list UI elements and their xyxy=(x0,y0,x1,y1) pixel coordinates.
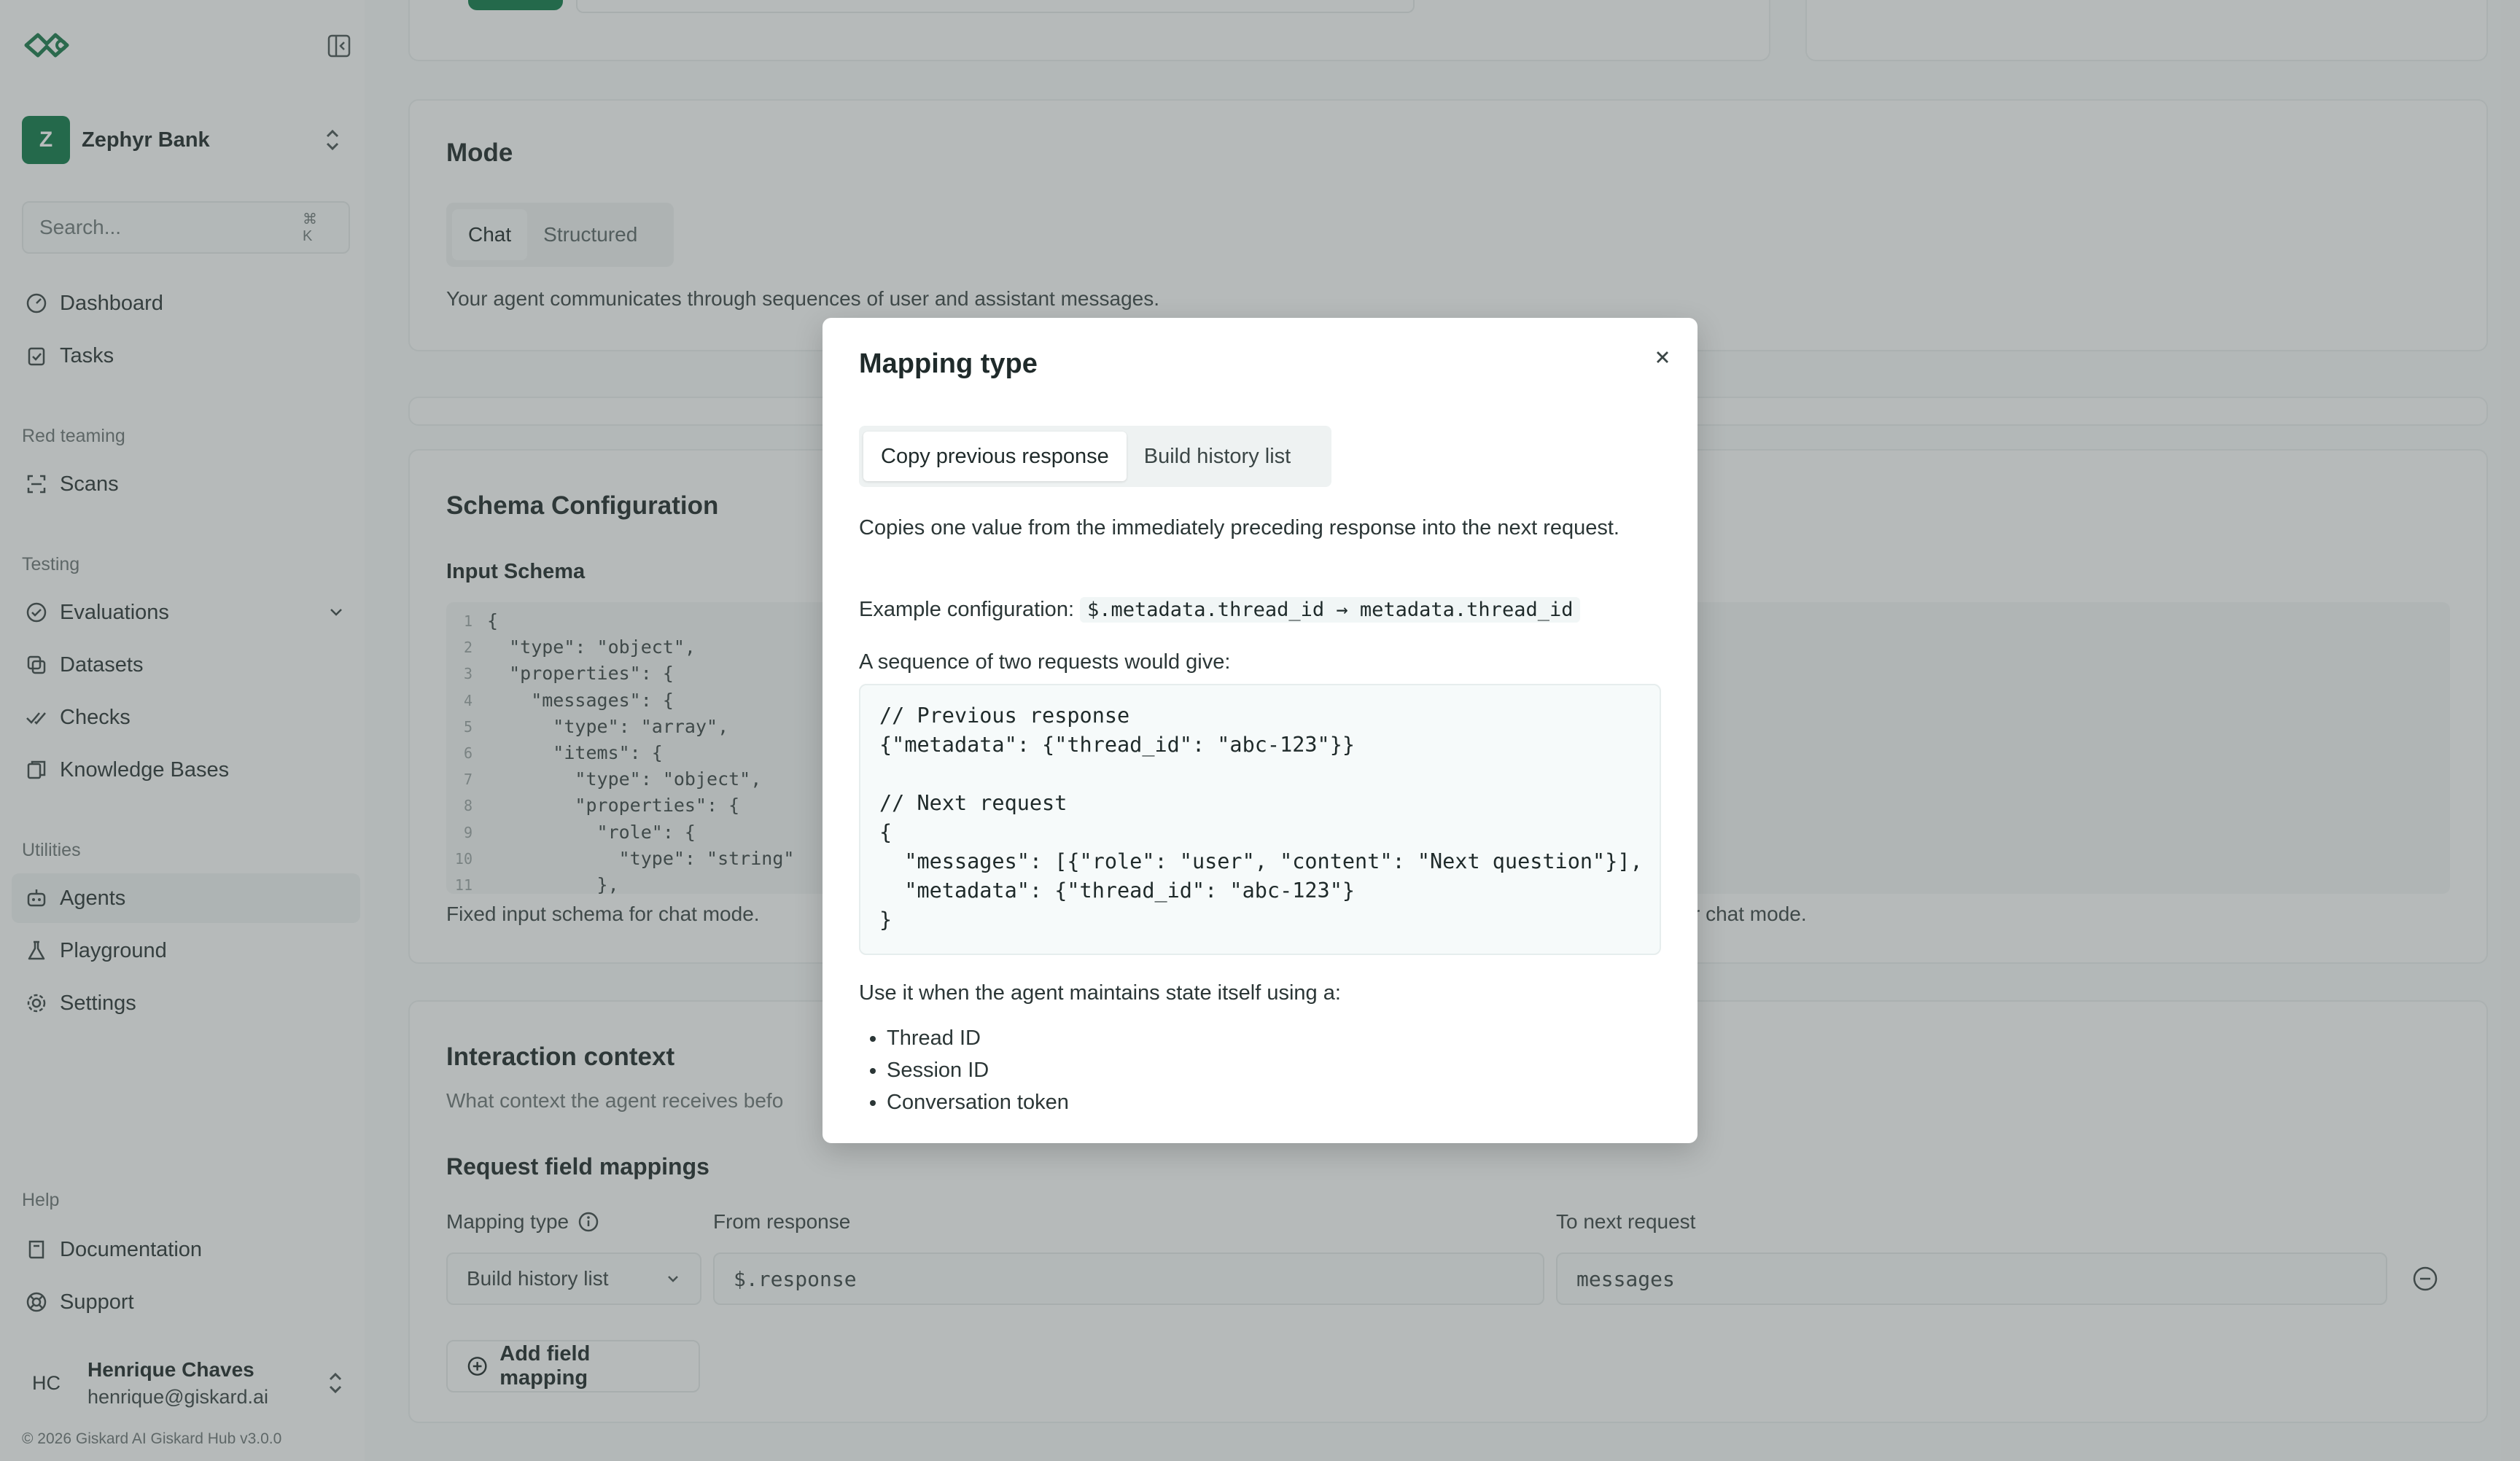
example-code: $.metadata.thread_id → metadata.thread_i… xyxy=(1080,597,1581,623)
example-configuration: Example configuration: $.metadata.thread_… xyxy=(859,595,1581,625)
usage-list: Thread ID Session ID Conversation token xyxy=(887,1022,1069,1118)
example-label: Example configuration: xyxy=(859,598,1074,621)
dialog-tabs: Copy previous response Build history lis… xyxy=(859,426,1331,487)
list-item: Thread ID xyxy=(887,1022,1069,1054)
mapping-type-dialog: Mapping type Copy previous response Buil… xyxy=(822,318,1698,1143)
list-item: Conversation token xyxy=(887,1086,1069,1118)
sequence-label: A sequence of two requests would give: xyxy=(859,650,1231,674)
usage-label: Use it when the agent maintains state it… xyxy=(859,981,1341,1005)
tab-build-history-list[interactable]: Build history list xyxy=(1127,432,1308,481)
list-item: Session ID xyxy=(887,1054,1069,1086)
example-code-block: // Previous response {"metadata": {"thre… xyxy=(859,684,1661,955)
tab-copy-previous-response[interactable]: Copy previous response xyxy=(863,432,1127,481)
dialog-description: Copies one value from the immediately pr… xyxy=(859,516,1619,539)
close-icon[interactable] xyxy=(1648,343,1677,372)
dialog-title: Mapping type xyxy=(859,348,1038,379)
